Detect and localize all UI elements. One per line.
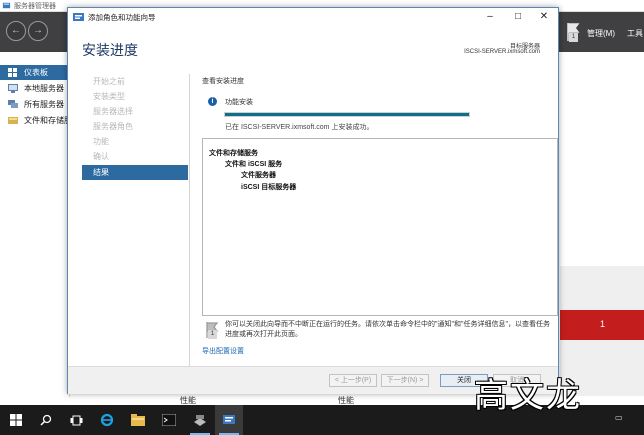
steps-divider <box>189 74 190 374</box>
step-results[interactable]: 结果 <box>82 165 188 180</box>
forward-arrow-icon[interactable]: → <box>28 21 48 41</box>
sidebar-item-label: 本地服务器 <box>24 84 64 93</box>
author-watermark: 高文龙 <box>474 376 582 416</box>
command-prompt-icon[interactable] <box>155 405 183 435</box>
notification-count-badge: 1 <box>569 33 578 42</box>
sidebar-item-label: 仪表板 <box>24 68 48 77</box>
internet-explorer-icon[interactable] <box>93 405 121 435</box>
server-manager-sidebar: 仪表板 本地服务器 所有服务器 文件和存储服务 <box>0 52 70 397</box>
result-item: 文件和存储服务 <box>209 150 258 157</box>
note-badge: 1 <box>208 330 217 339</box>
content-title: 查看安装进度 <box>202 78 244 85</box>
server-manager-title: 服务器管理器 <box>14 3 56 10</box>
sidebar-item-label: 所有服务器 <box>24 100 64 109</box>
installation-results-box: 文件和存储服务 文件和 iSCSI 服务 文件服务器 iSCSI 目标服务器 <box>202 138 558 316</box>
maximize-icon[interactable]: □ <box>504 9 532 25</box>
wizard-app-icon <box>73 13 84 21</box>
windows-start-icon[interactable] <box>2 405 30 435</box>
step-server-roles: 服务器角色 <box>93 122 133 131</box>
result-item: 文件服务器 <box>241 172 276 179</box>
export-configuration-link[interactable]: 导出配置设置 <box>202 346 244 356</box>
previous-button[interactable]: < 上一步(P) <box>329 374 377 387</box>
wizard-titlebar[interactable]: 添加角色和功能向导 – □ ✕ <box>68 8 558 26</box>
feature-installation-label: 功能安装 <box>225 99 253 106</box>
progress-fill <box>225 113 469 116</box>
dashboard-icon <box>8 68 17 77</box>
step-server-selection: 服务器选择 <box>93 107 133 116</box>
alert-count: 1 <box>600 319 606 329</box>
page-title: 安装进度 <box>82 42 138 58</box>
info-icon: i <box>208 97 217 106</box>
step-installation-type: 安装类型 <box>93 92 125 101</box>
step-confirmation: 确认 <box>93 152 109 161</box>
action-center-icon[interactable]: ▭ <box>615 413 623 422</box>
menu-manage[interactable]: 管理(M) <box>587 28 615 39</box>
file-explorer-icon[interactable] <box>124 405 152 435</box>
sidebar-item-dashboard[interactable]: 仪表板 <box>0 65 70 80</box>
server-tools-icon[interactable] <box>186 405 214 435</box>
result-item: iSCSI 目标服务器 <box>241 184 297 191</box>
storage-icon <box>8 117 18 124</box>
sidebar-item-local-server[interactable]: 本地服务器 <box>0 81 70 96</box>
next-button[interactable]: 下一步(N) > <box>381 374 429 387</box>
server-icon <box>8 84 18 93</box>
sidebar-item-file-storage[interactable]: 文件和存储服务 <box>0 113 70 128</box>
search-icon[interactable] <box>32 405 60 435</box>
dashboard-alert-tile[interactable]: 1 <box>560 310 644 340</box>
servers-icon <box>8 100 18 108</box>
wizard-title: 添加角色和功能向导 <box>88 13 156 22</box>
add-roles-wizard-dialog: 添加角色和功能向导 – □ ✕ 安装进度 目标服务器 ISCSI-SERVER.… <box>67 7 559 394</box>
minimize-icon[interactable]: – <box>476 9 504 25</box>
server-manager-app-icon <box>2 2 11 9</box>
task-view-icon[interactable] <box>62 405 90 435</box>
step-features: 功能 <box>93 137 109 146</box>
menu-tools[interactable]: 工具 <box>627 28 643 39</box>
step-before-you-begin: 开始之前 <box>93 77 125 86</box>
server-manager-taskbar-icon[interactable] <box>215 405 243 435</box>
sidebar-item-all-servers[interactable]: 所有服务器 <box>0 97 70 112</box>
close-wizard-note: 你可以关闭此向导而不中断正在运行的任务。请依次单击命令栏中的"通知"和"任务详细… <box>225 321 550 338</box>
close-icon[interactable]: ✕ <box>530 9 558 25</box>
result-item: 文件和 iSCSI 服务 <box>225 161 283 168</box>
back-arrow-icon[interactable]: ← <box>6 21 26 41</box>
installation-progress-bar <box>224 112 470 117</box>
sidebar-item-label: 文件和存储服务 <box>24 116 70 125</box>
target-server-name: ISCSI-SERVER.ixmsoft.com <box>464 49 540 55</box>
installation-success-message: 已在 ISCSI-SERVER.ixmsoft.com 上安装成功。 <box>225 124 374 131</box>
